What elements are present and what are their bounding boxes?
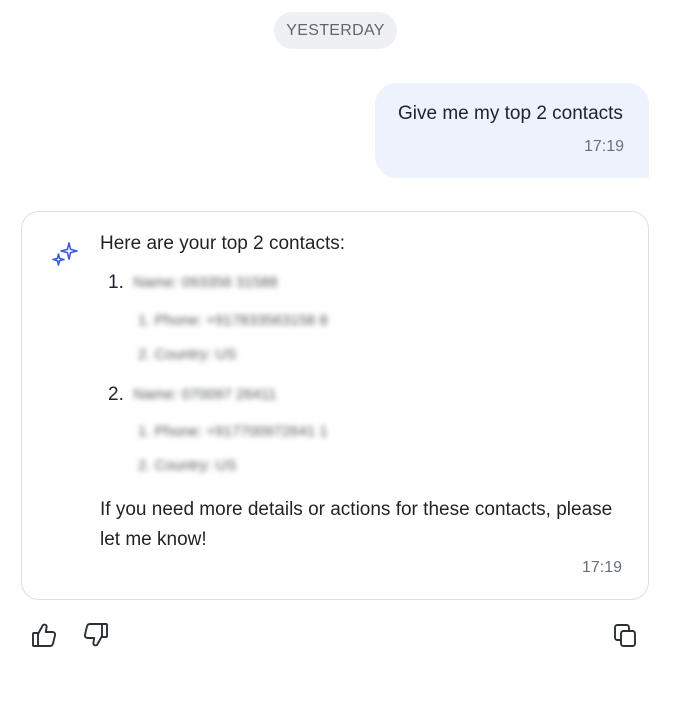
contact-detail: 1. Phone: +917700972641 1: [138, 423, 328, 442]
assistant-outro-text: If you need more details or actions for …: [100, 499, 613, 550]
date-separator: YESTERDAY: [274, 12, 397, 49]
assistant-message-bubble: Here are your top 2 contacts: 1. Name: 0…: [21, 211, 649, 600]
chat-view: YESTERDAY Give me my top 2 contacts 17:1…: [0, 0, 680, 720]
contact-detail: 2. Country: US: [138, 346, 236, 365]
contact-detail: 2. Country: US: [138, 457, 236, 476]
contact-name-redacted: Name: 070097 26411: [133, 386, 277, 403]
sparkle-icon: [50, 240, 80, 270]
assistant-message-time: 17:19: [581, 559, 622, 576]
copy-icon[interactable]: [610, 620, 640, 650]
assistant-intro-text: Here are your top 2 contacts:: [100, 233, 346, 254]
user-message-bubble: Give me my top 2 contacts 17:19: [375, 83, 649, 178]
contact-detail: 1. Phone: +917833563158 8: [138, 312, 328, 331]
contact-country-redacted: 2. Country: US: [138, 346, 237, 363]
contact-item: 1. Name: 093356 31588: [108, 272, 278, 294]
contact-number: 1.: [108, 272, 124, 293]
thumbs-down-icon[interactable]: [81, 620, 111, 650]
contact-item: 2. Name: 070097 26411: [108, 384, 276, 406]
contact-phone-redacted: 1. Phone: +917833563158 8: [138, 312, 328, 329]
user-message-time: 17:19: [583, 138, 624, 155]
user-message-text: Give me my top 2 contacts: [398, 103, 623, 124]
contact-country-redacted: 2. Country: US: [138, 457, 237, 474]
contact-number: 2.: [108, 384, 124, 405]
contact-phone-redacted: 1. Phone: +917700972641 1: [138, 423, 328, 440]
thumbs-up-icon[interactable]: [29, 620, 59, 650]
contact-name-redacted: Name: 093356 31588: [133, 274, 278, 291]
